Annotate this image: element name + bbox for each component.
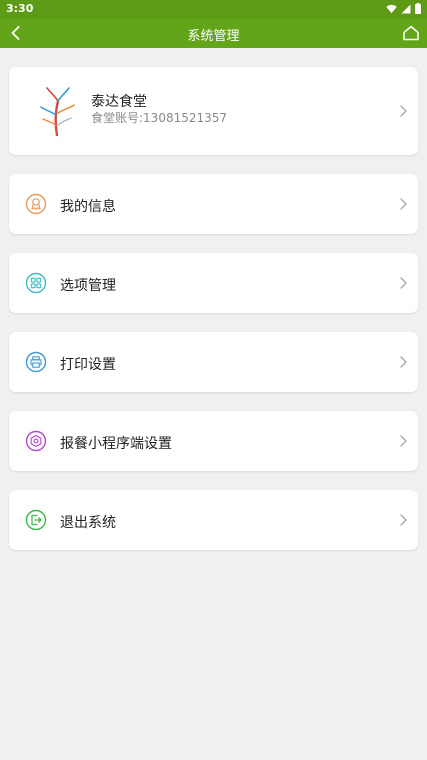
menu-item-options[interactable]: 选项管理 (9, 253, 418, 313)
menu-label: 退出系统 (60, 515, 116, 531)
chevron-right-icon (400, 514, 407, 526)
logout-icon (25, 509, 47, 531)
gear-icon (25, 430, 47, 452)
menu-label: 打印设置 (60, 357, 116, 373)
grid-options-icon (25, 272, 47, 294)
printer-icon (25, 351, 47, 373)
status-time: 3:30 (6, 2, 34, 15)
status-icons (386, 3, 421, 14)
menu-label: 选项管理 (60, 278, 116, 294)
chevron-right-icon (400, 198, 407, 210)
app-bar: 系统管理 (0, 18, 427, 48)
menu-label: 我的信息 (60, 199, 116, 215)
profile-card[interactable]: 泰达食堂 食堂账号:13081521357 (9, 67, 418, 155)
canteen-logo (40, 87, 75, 137)
page-title: 系统管理 (187, 29, 240, 44)
wifi-icon (386, 4, 397, 13)
signal-icon (401, 4, 411, 13)
menu-item-mini-program-settings[interactable]: 报餐小程序端设置 (9, 411, 418, 471)
canteen-name: 泰达食堂 (91, 94, 147, 110)
home-icon[interactable] (401, 23, 421, 43)
canteen-account: 食堂账号:13081521357 (91, 111, 228, 125)
chevron-right-icon (400, 356, 407, 368)
menu-item-my-info[interactable]: 我的信息 (9, 174, 418, 234)
chevron-right-icon (400, 435, 407, 447)
chevron-right-icon (400, 277, 407, 289)
chevron-right-icon (400, 105, 407, 117)
user-badge-icon (25, 193, 47, 215)
menu-label: 报餐小程序端设置 (60, 436, 172, 452)
battery-icon (415, 3, 421, 14)
status-bar: 3:30 (0, 0, 427, 18)
menu-item-print-settings[interactable]: 打印设置 (9, 332, 418, 392)
menu-item-logout[interactable]: 退出系统 (9, 490, 418, 550)
